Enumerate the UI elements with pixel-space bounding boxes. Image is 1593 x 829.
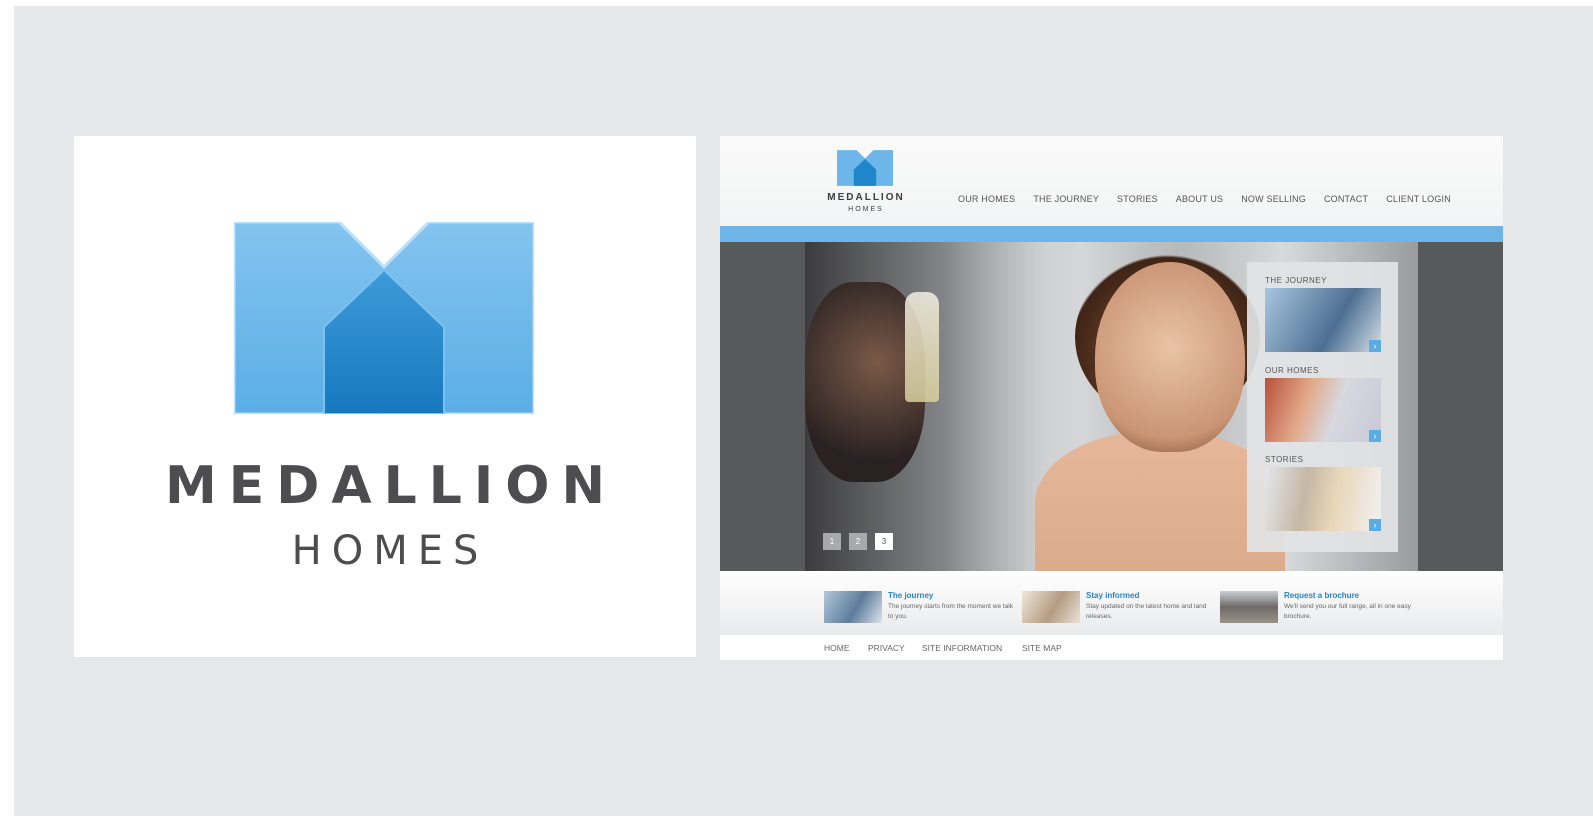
pager-1[interactable]: 1	[823, 533, 841, 550]
promo-journey[interactable]: The journey The journey starts from the …	[824, 591, 1019, 627]
panel-title-homes: OUR HOMES	[1265, 366, 1319, 375]
nav-now-selling[interactable]: NOW SELLING	[1241, 194, 1306, 204]
promo-text: We'll send you our full range, all in on…	[1284, 603, 1411, 620]
nav-stories[interactable]: STORIES	[1117, 194, 1158, 204]
panel-title-journey: THE JOURNEY	[1265, 276, 1327, 285]
hero-pager: 1 2 3	[823, 533, 893, 550]
promo-stay-informed[interactable]: Stay informed Stay updated on the latest…	[1022, 591, 1217, 627]
panel-title-stories: STORIES	[1265, 455, 1304, 464]
promo-title[interactable]: Stay informed	[1086, 591, 1139, 600]
logo-wordmark-medallion: MEDALLION	[164, 456, 618, 516]
footer-privacy[interactable]: PRIVACY	[868, 643, 905, 653]
logo-wordmark-homes: HOMES	[291, 528, 489, 574]
promo-title[interactable]: Request a brochure	[1284, 591, 1359, 600]
hero-section: 1 2 3 THE JOURNEY › OUR HOMES › STORIES …	[720, 242, 1503, 571]
panel-thumb-homes[interactable]: ›	[1265, 378, 1381, 442]
panel-thumb-journey[interactable]: ›	[1265, 288, 1381, 352]
promo-image	[824, 591, 882, 623]
promo-brochure[interactable]: Request a brochure We'll send you our fu…	[1220, 591, 1415, 627]
chevron-right-icon[interactable]: ›	[1369, 519, 1381, 531]
main-nav: OUR HOMES THE JOURNEY STORIES ABOUT US N…	[958, 194, 1469, 204]
promo-text: The journey starts from the moment we ta…	[888, 603, 1013, 620]
site-footer: HOME PRIVACY SITE INFORMATION SITE MAP	[720, 635, 1503, 660]
pager-3[interactable]: 3	[875, 533, 893, 550]
nav-about-us[interactable]: ABOUT US	[1176, 194, 1223, 204]
site-logo-word-homes[interactable]: HOMES	[816, 206, 916, 213]
side-panel: THE JOURNEY › OUR HOMES › STORIES ›	[1247, 262, 1398, 552]
promo-image	[1220, 591, 1278, 623]
website-mockup: MEDALLION HOMES OUR HOMES THE JOURNEY ST…	[720, 136, 1503, 660]
nav-contact[interactable]: CONTACT	[1324, 194, 1368, 204]
nav-the-journey[interactable]: THE JOURNEY	[1033, 194, 1099, 204]
site-header: MEDALLION HOMES OUR HOMES THE JOURNEY ST…	[720, 136, 1503, 226]
site-logo-word-medallion[interactable]: MEDALLION	[816, 192, 916, 203]
footer-home[interactable]: HOME	[824, 643, 850, 653]
site-logo-icon[interactable]	[837, 150, 893, 186]
footer-site-map[interactable]: SITE MAP	[1022, 643, 1062, 653]
promo-title[interactable]: The journey	[888, 591, 933, 600]
promo-image	[1022, 591, 1080, 623]
pager-2[interactable]: 2	[849, 533, 867, 550]
chevron-right-icon[interactable]: ›	[1369, 340, 1381, 352]
panel-thumb-stories[interactable]: ›	[1265, 467, 1381, 531]
accent-band	[720, 226, 1503, 242]
nav-our-homes[interactable]: OUR HOMES	[958, 194, 1015, 204]
promo-strip: The journey The journey starts from the …	[720, 571, 1503, 635]
nav-client-login[interactable]: CLIENT LOGIN	[1386, 194, 1451, 204]
footer-site-information[interactable]: SITE INFORMATION	[922, 643, 1002, 653]
medallion-m-house-icon	[234, 222, 534, 414]
promo-text: Stay updated on the latest home and land…	[1086, 603, 1207, 620]
chevron-right-icon[interactable]: ›	[1369, 430, 1381, 442]
logo-card: MEDALLION HOMES	[74, 136, 696, 657]
